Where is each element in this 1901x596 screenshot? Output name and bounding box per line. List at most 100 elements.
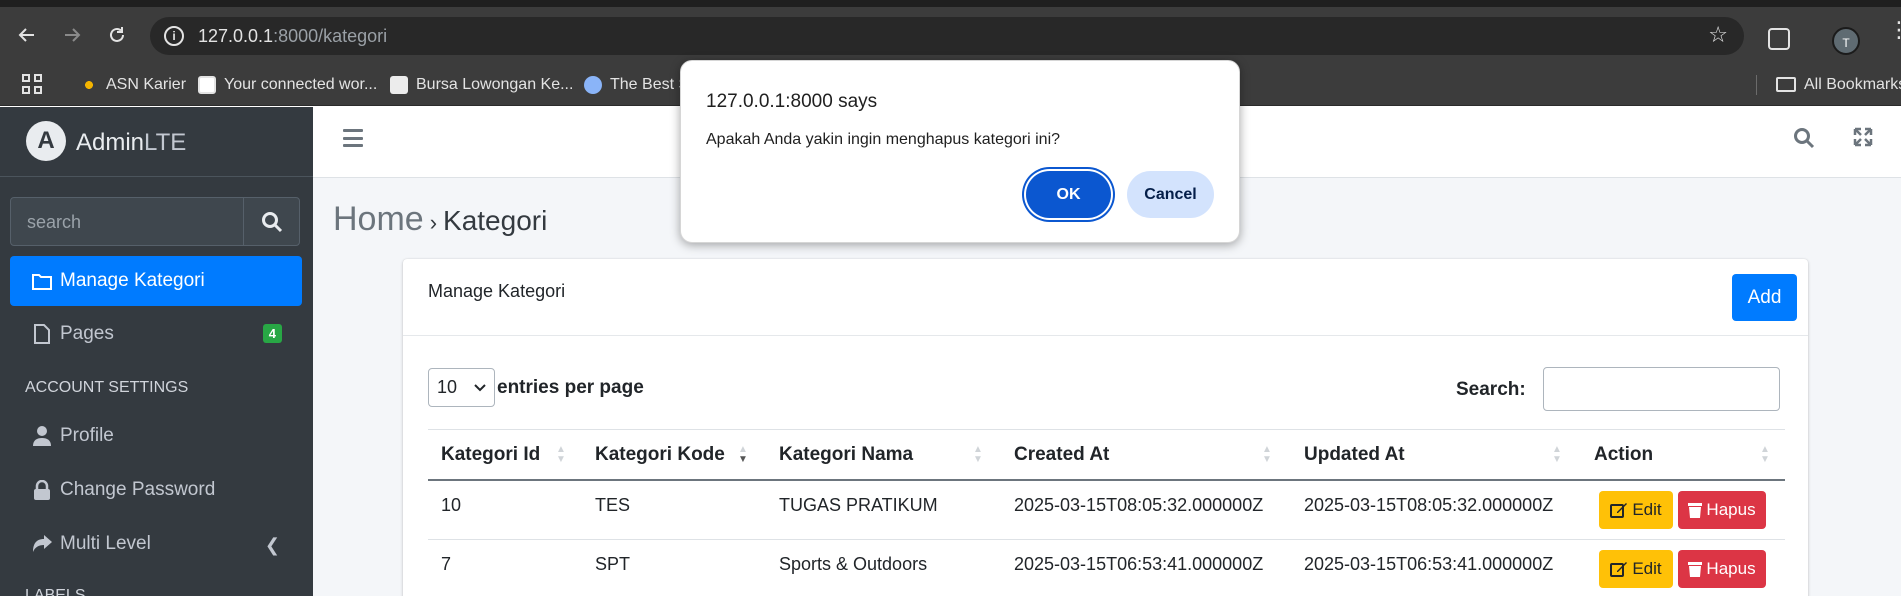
sort-icon[interactable]: ▲ ▼ (556, 445, 566, 465)
entries-value: 10 (437, 377, 458, 397)
trash-icon (1688, 503, 1703, 518)
edit-button[interactable]: Edit (1599, 550, 1673, 588)
all-bookmarks[interactable]: All Bookmarks (1776, 63, 1901, 106)
th-action[interactable]: Action (1594, 430, 1653, 482)
delete-label: Hapus (1706, 559, 1756, 578)
user-icon (32, 426, 52, 446)
bookmark-asn-karier[interactable]: ASN Karier (80, 63, 186, 106)
cancel-button[interactable]: Cancel (1127, 171, 1214, 218)
folder-icon (1776, 77, 1796, 92)
cell-id: 10 (441, 495, 462, 515)
th-updated-at[interactable]: Updated At (1304, 430, 1405, 482)
cell-nama: Sports & Outdoors (779, 554, 928, 574)
sidebar-search-input[interactable]: search (27, 212, 81, 233)
cell-id: 7 (441, 554, 452, 574)
bookmark-the-best[interactable]: The Best S (584, 63, 689, 106)
pages-badge: 4 (262, 324, 282, 343)
file-icon (32, 324, 52, 344)
bookmark-label: Your connected wor... (224, 75, 378, 93)
sidebar-item-label: Multi Level (60, 533, 151, 554)
sort-icon[interactable]: ▲ ▼ (1552, 445, 1562, 465)
site-info-icon[interactable]: i (164, 26, 184, 46)
breadcrumb-current: Kategori (443, 205, 548, 236)
reload-button[interactable] (103, 21, 131, 49)
add-button[interactable]: Add (1732, 274, 1797, 321)
cell-kode: SPT (595, 554, 631, 574)
cell-updated: 2025-03-15T06:53:41.000000Z (1304, 554, 1554, 574)
sidebar-item-multi-level[interactable]: Multi Level ❮ (10, 519, 302, 569)
bookmark-label: All Bookmarks (1804, 75, 1901, 93)
forward-button[interactable] (58, 21, 86, 49)
bookmark-bursa-lowongan[interactable]: Bursa Lowongan Ke... (390, 63, 573, 106)
navbar-search-icon[interactable] (1793, 127, 1815, 154)
table-search-label: Search: (1456, 379, 1526, 400)
sort-desc-icon[interactable]: ▲ ▼ (738, 445, 748, 465)
forward-arrow-icon (65, 28, 81, 42)
folder-icon (32, 273, 52, 290)
th-created-at[interactable]: Created At (1014, 430, 1109, 482)
th-kategori-nama[interactable]: Kategori Nama (779, 430, 913, 482)
edit-label: Edit (1632, 500, 1662, 519)
bookmark-label: The Best S (610, 75, 690, 93)
bookmark-label: ASN Karier (106, 75, 187, 93)
sort-icon[interactable]: ▲ ▼ (1262, 445, 1272, 465)
confirm-dialog: 127.0.0.1:8000 says Apakah Anda yakin in… (680, 60, 1240, 243)
dialog-message: Apakah Anda yakin ingin menghapus katego… (706, 131, 1061, 148)
sidebar-item-profile[interactable]: Profile (10, 411, 302, 461)
sidebar-search[interactable]: search (10, 197, 300, 246)
edit-button[interactable]: Edit (1599, 491, 1673, 529)
th-kategori-id[interactable]: Kategori Id (441, 430, 540, 482)
table-search-input[interactable] (1543, 367, 1780, 411)
sort-icon[interactable]: ▲ ▼ (973, 445, 983, 465)
table-row: 7 SPT Sports & Outdoors 2025-03-15T06:53… (428, 540, 1785, 596)
apps-grid-icon[interactable] (22, 74, 42, 94)
bookmark-notion[interactable]: Your connected wor... (198, 63, 377, 106)
th-kategori-kode[interactable]: Kategori Kode (595, 430, 725, 482)
extensions-icon[interactable] (1768, 28, 1790, 50)
browser-toolbar: i 127.0.0.1:8000/kategori ☆ T ⋮ (0, 7, 1901, 63)
profile-avatar[interactable]: T (1832, 27, 1860, 55)
browser-menu-icon[interactable]: ⋮ (1888, 19, 1901, 41)
share-icon (32, 535, 52, 553)
sidebar-item-label: Change Password (60, 479, 216, 500)
menu-toggle-icon[interactable] (343, 129, 363, 147)
sidebar-item-manage-kategori[interactable]: Manage Kategori (10, 256, 302, 306)
breadcrumb-home[interactable]: Home (333, 200, 424, 239)
entries-label: entries per page (497, 376, 644, 398)
sidebar-item-label: Manage Kategori (60, 270, 205, 291)
window-top-strip (0, 0, 1901, 7)
sidebar-item-change-password[interactable]: Change Password (10, 465, 302, 515)
fullscreen-icon[interactable] (1853, 127, 1873, 152)
bookmark-star-icon[interactable]: ☆ (1708, 22, 1728, 48)
reload-icon (110, 27, 124, 42)
search-icon (261, 211, 282, 232)
cell-created: 2025-03-15T06:53:41.000000Z (1014, 554, 1264, 574)
card-header: Manage Kategori Add (403, 259, 1808, 336)
address-bar[interactable]: i 127.0.0.1:8000/kategori ☆ (150, 17, 1744, 55)
delete-button[interactable]: Hapus (1678, 550, 1766, 588)
sort-icon[interactable]: ▲ ▼ (1760, 445, 1770, 465)
jobs-favicon-icon (390, 75, 408, 94)
url-text[interactable]: 127.0.0.1:8000/kategori (198, 26, 387, 47)
breadcrumb-separator-icon: › (429, 210, 438, 235)
entries-per-page: 10 entries per page (428, 368, 644, 407)
edit-label: Edit (1632, 559, 1662, 578)
lock-icon (32, 480, 52, 500)
back-button[interactable] (13, 21, 41, 49)
ok-button[interactable]: OK (1026, 171, 1111, 218)
sidebar-item-pages[interactable]: Pages 4 (10, 309, 302, 359)
asn-favicon-icon (80, 75, 98, 94)
globe-favicon-icon (584, 75, 602, 94)
delete-button[interactable]: Hapus (1678, 491, 1766, 529)
card-title: Manage Kategori (428, 281, 566, 301)
cell-kode: TES (595, 495, 631, 515)
sidebar-item-label: Pages (60, 323, 114, 344)
brand-link[interactable]: A AdminLTE (0, 107, 313, 177)
sidebar-search-button[interactable] (243, 198, 299, 245)
cell-updated: 2025-03-15T08:05:32.000000Z (1304, 495, 1554, 515)
bookmark-separator (1756, 75, 1757, 95)
kategori-table: Kategori Id ▲ ▼ Kategori Kode ▲ ▼ Kategori… (428, 429, 1785, 596)
entries-select[interactable]: 10 (428, 368, 495, 407)
kategori-card: Manage Kategori Add 10 entries per page … (403, 259, 1808, 596)
edit-icon (1610, 503, 1628, 518)
